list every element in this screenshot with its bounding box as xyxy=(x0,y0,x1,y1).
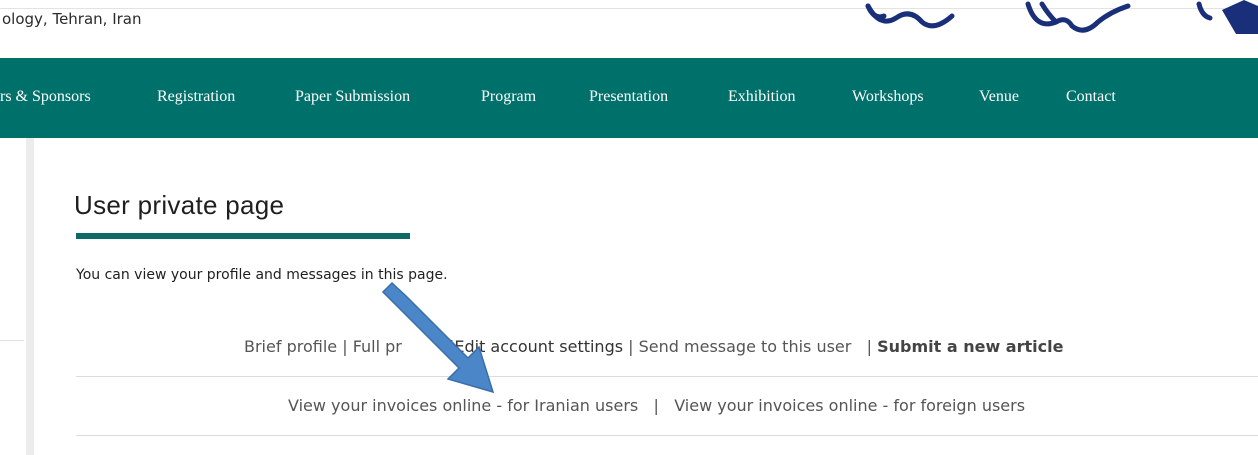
invoices-iranian-link[interactable]: View your invoices online - for Iranian … xyxy=(288,396,638,415)
content-frame-border xyxy=(26,138,34,455)
full-profile-link[interactable]: Full pr xyxy=(353,337,402,356)
nav-item-contact[interactable]: Contact xyxy=(1066,87,1116,107)
profile-links-row: Brief profile | Full pr | Edit account se… xyxy=(244,337,1063,356)
nav-item-sponsors[interactable]: rs & Sponsors xyxy=(0,87,91,107)
nav-item-presentation[interactable]: Presentation xyxy=(589,87,668,107)
title-underline xyxy=(76,233,410,239)
nav-item-venue[interactable]: Venue xyxy=(979,87,1019,107)
nav-item-registration[interactable]: Registration xyxy=(157,87,235,107)
nav-item-exhibition[interactable]: Exhibition xyxy=(728,87,796,107)
main-nav: rs & Sponsors Registration Paper Submiss… xyxy=(0,58,1258,138)
intro-text: You can view your profile and messages i… xyxy=(76,267,448,283)
invoice-links-row: View your invoices online - for Iranian … xyxy=(288,396,1025,415)
link-separator: | xyxy=(342,337,348,356)
conference-logo xyxy=(865,0,1258,34)
institution-text: ology, Tehran, Iran xyxy=(2,10,142,28)
page-title: User private page xyxy=(74,190,285,220)
link-separator: | xyxy=(866,337,872,356)
site-header: ology, Tehran, Iran xyxy=(0,0,1258,58)
sidebar-divider xyxy=(0,340,24,341)
links-divider xyxy=(76,376,1258,377)
brief-profile-link[interactable]: Brief profile xyxy=(244,337,337,356)
invoices-foreign-link[interactable]: View your invoices online - for foreign … xyxy=(674,396,1025,415)
link-separator: | xyxy=(628,337,634,356)
links-divider-bottom xyxy=(76,435,1258,436)
nav-item-paper-submission[interactable]: Paper Submission xyxy=(295,87,410,107)
submit-article-link[interactable]: Submit a new article xyxy=(877,337,1063,356)
edit-account-link[interactable]: Edit account settings xyxy=(454,337,623,356)
nav-item-program[interactable]: Program xyxy=(481,87,536,107)
nav-item-workshops[interactable]: Workshops xyxy=(852,87,924,107)
link-separator: | xyxy=(653,396,659,415)
send-message-link[interactable]: Send message to this user xyxy=(639,337,852,356)
